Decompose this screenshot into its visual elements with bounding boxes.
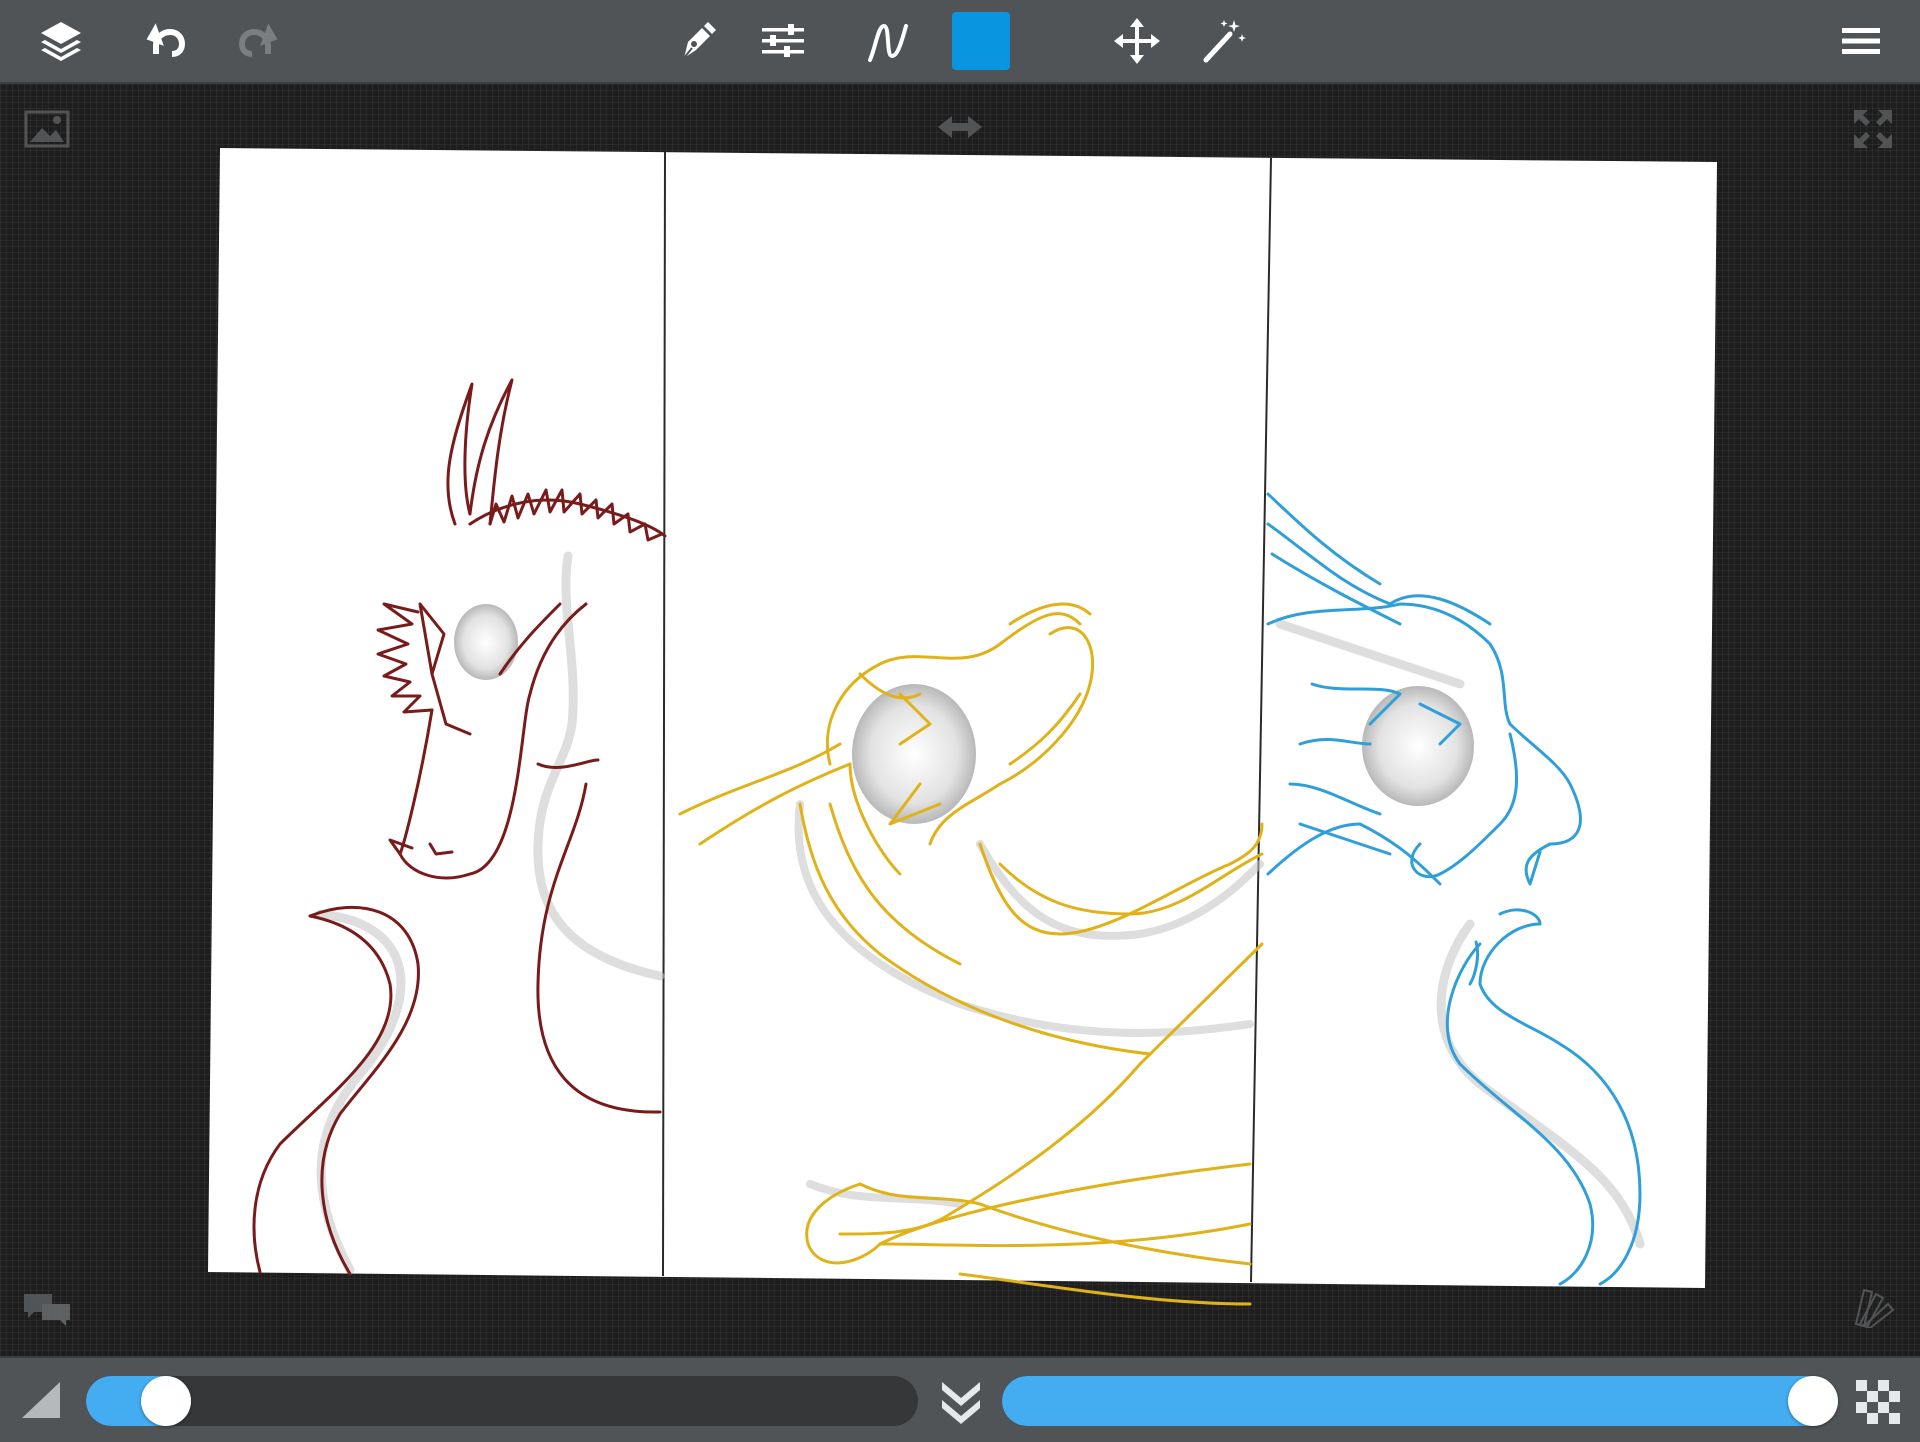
brush-size-button[interactable] [20,1378,64,1422]
magic-wand-icon [1203,20,1246,63]
undo-button[interactable] [136,10,198,72]
brush-size-slider[interactable] [86,1376,918,1426]
transparency-button[interactable] [1856,1380,1900,1424]
undo-icon [146,23,186,57]
move-icon [1114,18,1160,64]
opacity-slider-thumb[interactable] [1788,1376,1838,1426]
magic-wand-button[interactable] [1192,10,1254,72]
menu-button[interactable] [1830,10,1892,72]
drawing-canvas[interactable] [0,84,1920,1356]
canvas-workspace[interactable] [0,84,1920,1356]
hamburger-menu-icon [1842,28,1880,54]
opacity-slider[interactable] [1002,1376,1838,1426]
brush-size-slider-thumb[interactable] [140,1376,191,1426]
bottom-toolbar [0,1356,1920,1442]
top-toolbar [0,0,1920,84]
merge-down-icon [942,1382,980,1424]
pen-icon [683,22,716,59]
redo-button[interactable] [226,10,288,72]
stroke-button[interactable] [856,10,918,72]
transparency-icon [1856,1380,1900,1424]
sliders-icon [762,24,804,57]
opacity-slider-fill [1002,1376,1838,1426]
merge-down-button[interactable] [936,1376,986,1426]
pen-tool-button[interactable] [666,10,728,72]
brush-size-icon [22,1382,60,1418]
layers-button[interactable] [30,10,92,72]
redo-icon [238,23,278,57]
color-swatch[interactable] [952,12,1010,70]
adjust-button[interactable] [752,10,814,72]
stroke-icon [868,23,908,62]
layers-icon [41,22,81,61]
transform-button[interactable] [1106,10,1168,72]
